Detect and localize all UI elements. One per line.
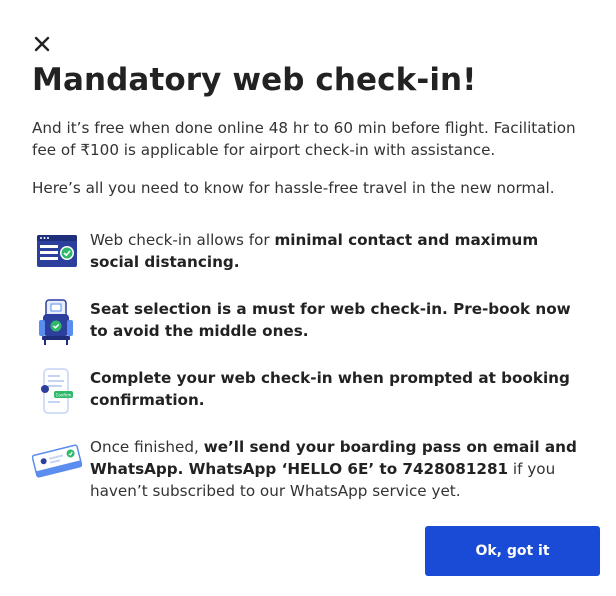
web-checkin-browser-icon — [37, 235, 77, 267]
close-button[interactable] — [32, 34, 52, 54]
mobile-confirm-icon: Confirm — [41, 368, 73, 414]
close-icon — [34, 36, 50, 52]
ok-got-it-button[interactable]: Ok, got it — [425, 526, 600, 576]
feature-text: Complete your web check-in when prompted… — [90, 369, 570, 409]
dialog-title: Mandatory web check-in! — [32, 62, 477, 98]
boarding-pass-icon — [32, 444, 82, 478]
subintro-text: Here’s all you need to know for hassle-f… — [32, 179, 555, 197]
feature-text: Seat selection is a must for web check-i… — [90, 300, 571, 340]
intro-text: And it’s free when done online 48 hr to … — [32, 119, 576, 159]
confirm-badge-label: Confirm — [56, 392, 72, 397]
feature-text: Once finished, we’ll send your boarding … — [90, 438, 577, 500]
feature-text: Web check-in allows for minimal contact … — [90, 231, 539, 271]
seat-selection-icon — [39, 299, 73, 345]
